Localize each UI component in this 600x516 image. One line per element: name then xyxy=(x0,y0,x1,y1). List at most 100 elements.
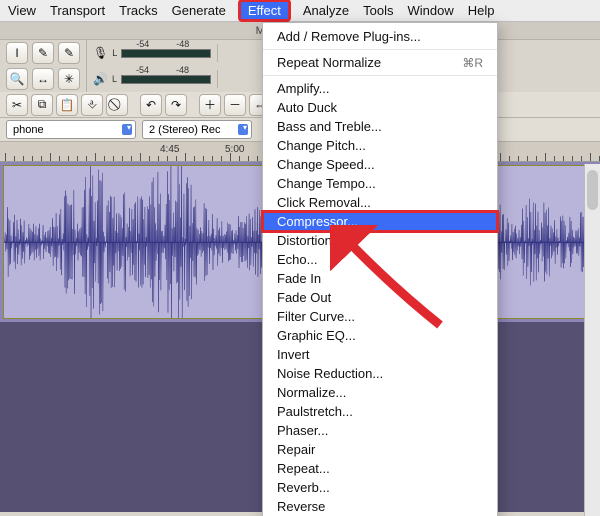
paste-button[interactable]: 📋 xyxy=(56,94,78,116)
tools-toolbar: I ✎ ✎ xyxy=(0,40,87,66)
effect-auto-duck[interactable]: Auto Duck xyxy=(263,98,497,117)
effect-amplify-label: Amplify... xyxy=(277,81,330,96)
menu-transport[interactable]: Transport xyxy=(50,3,105,18)
copy-button[interactable]: ⧉ xyxy=(31,94,53,116)
multi-icon: ✳ xyxy=(64,72,74,86)
trim-icon: ⎀ xyxy=(87,97,97,112)
effect-noise-reduction-label: Noise Reduction... xyxy=(277,366,383,381)
menu-tools[interactable]: Tools xyxy=(363,3,393,18)
effect-repeat-last-shortcut: ⌘R xyxy=(462,56,483,70)
effect-fade-out[interactable]: Fade Out xyxy=(263,288,497,307)
effect-menu-dropdown: Add / Remove Plug-ins... Repeat Normalize… xyxy=(262,22,498,516)
effect-repeat-last[interactable]: Repeat Normalize ⌘R xyxy=(263,53,497,72)
effect-fade-in-label: Fade In xyxy=(277,271,321,286)
effect-graphic-eq[interactable]: Graphic EQ... xyxy=(263,326,497,345)
effect-fade-in[interactable]: Fade In xyxy=(263,269,497,288)
effect-bass-and-treble[interactable]: Bass and Treble... xyxy=(263,117,497,136)
zoom-tool[interactable]: 🔍 xyxy=(6,68,28,90)
playback-meter-section: 🔊 L -54 -48 xyxy=(87,70,218,88)
multi-tool[interactable]: ✳ xyxy=(58,68,80,90)
effect-reverb[interactable]: Reverb... xyxy=(263,478,497,497)
effect-paulstretch[interactable]: Paulstretch... xyxy=(263,402,497,421)
undo-icon: ↶ xyxy=(146,98,156,112)
menu-window[interactable]: Window xyxy=(407,3,453,18)
effect-compressor[interactable]: Compressor... xyxy=(263,212,497,231)
effect-distortion[interactable]: Distortion... xyxy=(263,231,497,250)
meter-tick: -54 xyxy=(136,39,149,49)
effect-graphic-eq-label: Graphic EQ... xyxy=(277,328,356,343)
output-device-select[interactable]: phone xyxy=(6,120,136,139)
selection-tool[interactable]: I xyxy=(6,42,28,64)
zoom-in-icon: ＋ xyxy=(204,96,216,113)
pencil-icon: ✎ xyxy=(64,46,74,60)
speaker-icon: 🔊 xyxy=(93,72,108,86)
effect-click-removal-label: Click Removal... xyxy=(277,195,371,210)
ibeam-icon: I xyxy=(15,46,18,60)
recording-meter[interactable] xyxy=(121,49,211,58)
trim-button[interactable]: ⎀ xyxy=(81,94,103,116)
scrollbar-thumb[interactable] xyxy=(587,170,598,210)
effect-change-tempo[interactable]: Change Tempo... xyxy=(263,174,497,193)
effect-fade-out-label: Fade Out xyxy=(277,290,331,305)
effect-reverb-label: Reverb... xyxy=(277,480,330,495)
envelope-tool[interactable]: ✎ xyxy=(32,42,54,64)
effect-repair-label: Repair xyxy=(277,442,315,457)
zoom-out-button[interactable]: － xyxy=(224,94,246,116)
effect-add-remove-plugins[interactable]: Add / Remove Plug-ins... xyxy=(263,27,497,46)
effect-echo[interactable]: Echo... xyxy=(263,250,497,269)
menu-effect[interactable]: Effect xyxy=(240,1,289,20)
cut-button[interactable]: ✂ xyxy=(6,94,28,116)
scissors-icon: ✂ xyxy=(12,98,22,112)
effect-echo-label: Echo... xyxy=(277,252,317,267)
effect-change-tempo-label: Change Tempo... xyxy=(277,176,376,191)
menu-help[interactable]: Help xyxy=(468,3,495,18)
meter-tick: -48 xyxy=(176,65,189,75)
effect-reverse[interactable]: Reverse xyxy=(263,497,497,516)
timeline-label: 4:45 xyxy=(160,144,179,155)
play-meter-l-label: L xyxy=(112,74,117,84)
timeline-label: 5:00 xyxy=(225,144,244,155)
effect-reverse-label: Reverse xyxy=(277,499,325,514)
effect-add-remove-plugins-label: Add / Remove Plug-ins... xyxy=(277,29,421,44)
effect-amplify[interactable]: Amplify... xyxy=(263,79,497,98)
draw-tool[interactable]: ✎ xyxy=(58,42,80,64)
paste-icon: 📋 xyxy=(60,98,75,112)
timeshift-tool[interactable]: ↔ xyxy=(32,68,54,90)
meter-tick: -48 xyxy=(176,39,189,49)
menu-separator xyxy=(263,49,497,50)
effect-invert[interactable]: Invert xyxy=(263,345,497,364)
effect-repeat[interactable]: Repeat... xyxy=(263,459,497,478)
effect-repeat-last-label: Repeat Normalize xyxy=(277,55,381,70)
meter-tick: -54 xyxy=(136,65,149,75)
effect-change-pitch[interactable]: Change Pitch... xyxy=(263,136,497,155)
silence-button[interactable]: ⃠ xyxy=(106,94,128,116)
effect-invert-label: Invert xyxy=(277,347,310,362)
effect-phaser[interactable]: Phaser... xyxy=(263,421,497,440)
record-channels-select[interactable]: 2 (Stereo) Rec xyxy=(142,120,252,139)
menubar: View Transport Tracks Generate Effect Analyze… xyxy=(0,0,600,22)
effect-bass-and-treble-label: Bass and Treble... xyxy=(277,119,382,134)
timeshift-icon: ↔ xyxy=(37,72,49,86)
tools-toolbar-2: 🔍 ↔ ✳ xyxy=(0,66,87,92)
zoom-out-icon: － xyxy=(229,96,241,113)
record-channels-select-wrap: 2 (Stereo) Rec xyxy=(142,120,252,139)
undo-button[interactable]: ↶ xyxy=(140,94,162,116)
vertical-scrollbar[interactable] xyxy=(584,164,600,516)
effect-click-removal[interactable]: Click Removal... xyxy=(263,193,497,212)
effect-noise-reduction[interactable]: Noise Reduction... xyxy=(263,364,497,383)
redo-button[interactable]: ↷ xyxy=(165,94,187,116)
effect-normalize-label: Normalize... xyxy=(277,385,346,400)
playback-meter[interactable] xyxy=(121,75,211,84)
menu-analyze[interactable]: Analyze xyxy=(303,3,349,18)
menu-generate[interactable]: Generate xyxy=(172,3,226,18)
zoom-in-button[interactable]: ＋ xyxy=(199,94,221,116)
menu-tracks[interactable]: Tracks xyxy=(119,3,158,18)
effect-normalize[interactable]: Normalize... xyxy=(263,383,497,402)
redo-icon: ↷ xyxy=(171,98,181,112)
effect-filter-curve[interactable]: Filter Curve... xyxy=(263,307,497,326)
effect-repair[interactable]: Repair xyxy=(263,440,497,459)
effect-change-speed[interactable]: Change Speed... xyxy=(263,155,497,174)
copy-icon: ⧉ xyxy=(38,97,47,112)
effect-change-speed-label: Change Speed... xyxy=(277,157,375,172)
menu-view[interactable]: View xyxy=(8,3,36,18)
